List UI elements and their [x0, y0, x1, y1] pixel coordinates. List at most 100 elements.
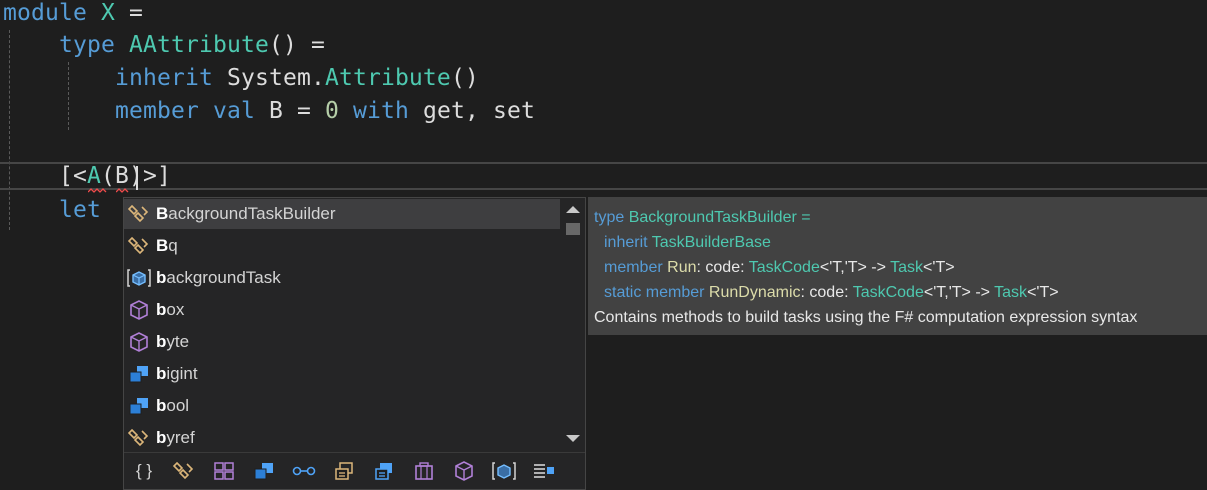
operator: = [296, 98, 311, 124]
tooltip-text: <'T,'T> -> [819, 259, 891, 276]
code-line-4[interactable]: member val B = 0 with get, set [3, 95, 535, 127]
type-name: AAttribute [129, 32, 269, 58]
class-filter-icon[interactable] [244, 456, 284, 486]
match-highlight: b [156, 396, 167, 415]
type-name: Attribute [324, 65, 451, 91]
type-name: TaskCode [852, 284, 924, 301]
keyword: static member [604, 284, 705, 301]
completion-label: ackgroundTask [166, 268, 281, 287]
value-filter-icon[interactable] [444, 456, 484, 486]
attribute-name: A [87, 163, 101, 189]
keyword: type [59, 32, 115, 58]
keyword: member [114, 98, 199, 124]
completion-scrollbar[interactable] [561, 198, 585, 452]
type-icon [126, 426, 152, 450]
namespace-filter-icon[interactable]: { } [124, 456, 164, 486]
keyword: member [604, 259, 663, 276]
tooltip-text: = [796, 209, 811, 226]
code-line-6[interactable]: [<A(B)>] [3, 160, 171, 192]
class-icon [126, 362, 152, 386]
tooltip-member-line: member Run: code: TaskCode<'T,'T> -> Tas… [594, 255, 1207, 280]
completion-label: ox [166, 300, 185, 319]
completion-item[interactable]: bigint [124, 359, 560, 389]
quick-info-tooltip: type BackgroundTaskBuilder = inherit Tas… [588, 197, 1207, 335]
type-name: TaskBuilderBase [651, 234, 771, 251]
completion-label: yref [166, 428, 195, 447]
identifier: B [115, 163, 129, 189]
type-name: BackgroundTaskBuilder [628, 209, 797, 226]
operator: = [128, 0, 143, 26]
number-literal: 0 [324, 98, 339, 124]
code-line-7[interactable]: let [3, 194, 101, 226]
completion-item[interactable]: bool [124, 391, 560, 421]
completion-item[interactable]: byte [124, 327, 560, 357]
scroll-down-arrow-icon[interactable] [566, 435, 580, 442]
type-icon [126, 234, 152, 258]
namespace: System [226, 65, 311, 91]
match-highlight: b [156, 268, 167, 287]
member-name: Run [667, 259, 697, 276]
keyword: type [594, 209, 625, 226]
method-filter-icon[interactable] [484, 456, 524, 486]
structure-filter-icon[interactable] [364, 456, 404, 486]
member-name: RunDynamic [708, 284, 801, 301]
keyword: module [3, 0, 87, 26]
class-icon [126, 394, 152, 418]
identifier: B [268, 98, 283, 124]
tooltip-text: <'T> [923, 259, 955, 276]
completion-label: yte [166, 332, 190, 351]
type-filter-icon[interactable] [164, 456, 204, 486]
tooltip-inherit-line: inherit TaskBuilderBase [594, 230, 1207, 255]
completion-label: q [168, 236, 178, 255]
filter-glyph: { } [135, 461, 153, 480]
scroll-up-arrow-icon[interactable] [566, 206, 580, 213]
code-text: () = [268, 32, 325, 58]
tooltip-text: : code: [696, 259, 749, 276]
type-name: Task [994, 284, 1028, 301]
completion-list[interactable]: BackgroundTaskBuilder Bq backgroundTask … [123, 197, 586, 490]
code-line-3[interactable]: inherit System.Attribute() [3, 62, 479, 94]
tooltip-text: : code: [800, 284, 853, 301]
interface-filter-icon[interactable] [284, 456, 324, 486]
type-name: Task [890, 259, 924, 276]
completion-label: ackgroundTaskBuilder [168, 204, 336, 223]
module-name: X [100, 0, 115, 26]
keyword: val [212, 98, 255, 124]
tooltip-text: <'T,'T> -> [923, 284, 995, 301]
code-line-1[interactable]: module X = [3, 0, 143, 29]
method-icon [126, 266, 152, 290]
code-text: () [450, 65, 479, 91]
code-line-2[interactable]: type AAttribute() = [3, 29, 325, 61]
match-highlight: b [156, 300, 167, 319]
keyword: with [352, 98, 409, 124]
completion-label: igint [166, 364, 198, 383]
type-name: TaskCode [748, 259, 820, 276]
text-caret [136, 166, 138, 190]
tooltip-static-member-line: static member RunDynamic: code: TaskCode… [594, 280, 1207, 305]
match-highlight: B [156, 204, 169, 223]
code-text: ( [101, 163, 115, 189]
tooltip-text: <'T> [1027, 284, 1059, 301]
type-icon [126, 202, 152, 226]
completion-item[interactable]: byref [124, 423, 560, 453]
value-icon [126, 330, 152, 354]
match-highlight: b [156, 332, 167, 351]
completion-item[interactable]: Bq [124, 231, 560, 261]
field-filter-icon[interactable] [524, 456, 564, 486]
match-highlight: B [156, 236, 169, 255]
completion-label: ool [166, 396, 190, 415]
code-text: . [310, 65, 325, 91]
completion-filter-bar: { } [124, 452, 585, 489]
tooltip-description: Contains methods to build tasks using th… [594, 309, 1138, 326]
scroll-thumb[interactable] [566, 223, 580, 235]
match-highlight: b [156, 364, 167, 383]
code-text: [< [59, 163, 87, 189]
module-filter-icon[interactable] [204, 456, 244, 486]
keyword: inherit [114, 65, 213, 91]
enum-filter-icon[interactable] [324, 456, 364, 486]
completion-item[interactable]: box [124, 295, 560, 325]
completion-item[interactable]: BackgroundTaskBuilder [124, 199, 560, 229]
delegate-filter-icon[interactable] [404, 456, 444, 486]
error-squiggle [116, 188, 129, 193]
completion-item[interactable]: backgroundTask [124, 263, 560, 293]
